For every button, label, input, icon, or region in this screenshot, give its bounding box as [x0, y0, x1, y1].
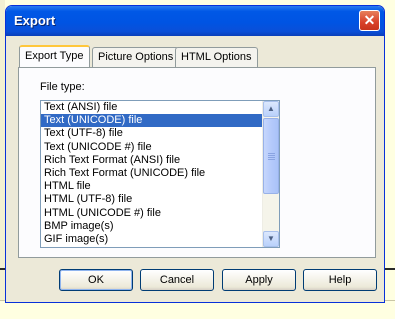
list-item[interactable]: GIF image(s)	[41, 233, 279, 246]
tab-export-type[interactable]: Export Type	[19, 45, 90, 67]
scroll-up-button[interactable]: ▲	[263, 101, 279, 117]
list-item[interactable]: Text (UNICODE) file	[41, 114, 279, 128]
scroll-down-button[interactable]: ▼	[263, 231, 279, 247]
cancel-button[interactable]: Cancel	[140, 269, 214, 291]
file-type-listbox[interactable]: Text (ANSI) file Text (UNICODE) file Text …	[40, 100, 280, 248]
export-dialog: Export ✕ Export Type Picture Options HTM…	[5, 5, 385, 303]
chevron-down-icon: ▼	[267, 234, 275, 243]
tab-panel-export-type: File type: Text (ANSI) file Text (UNICODE…	[18, 67, 376, 258]
tab-label: Picture Options	[98, 51, 174, 63]
scroll-thumb[interactable]	[263, 118, 279, 194]
file-type-label: File type:	[40, 81, 85, 93]
listbox-scrollbar[interactable]: ▲ ▼	[262, 101, 279, 247]
list-item[interactable]: Rich Text Format (UNICODE) file	[41, 167, 279, 180]
tab-html-options[interactable]: HTML Options	[175, 47, 258, 67]
list-item[interactable]: BMP image(s)	[41, 220, 279, 233]
close-button[interactable]: ✕	[359, 10, 380, 31]
tab-picture-options[interactable]: Picture Options	[92, 47, 180, 67]
tab-label: Export Type	[25, 50, 84, 62]
list-item[interactable]: HTML file	[41, 180, 279, 193]
list-item[interactable]: Text (UTF-8) file	[41, 127, 279, 140]
title-bar[interactable]: Export ✕	[6, 6, 384, 36]
help-button[interactable]: Help	[303, 269, 377, 291]
chevron-up-icon: ▲	[267, 104, 275, 113]
list-item[interactable]: HTML (UTF-8) file	[41, 193, 279, 206]
list-item[interactable]: JPG image(s)	[41, 246, 279, 247]
list-item[interactable]: Text (ANSI) file	[41, 101, 279, 114]
file-type-list: Text (ANSI) file Text (UNICODE) file Text …	[41, 101, 279, 247]
apply-button[interactable]: Apply	[222, 269, 296, 291]
ok-button[interactable]: OK	[59, 269, 133, 291]
list-item[interactable]: Text (UNICODE #) file	[41, 141, 279, 154]
close-icon: ✕	[363, 12, 376, 28]
list-item[interactable]: Rich Text Format (ANSI) file	[41, 154, 279, 167]
dialog-title: Export	[14, 13, 56, 28]
tab-label: HTML Options	[181, 51, 252, 63]
list-item[interactable]: HTML (UNICODE #) file	[41, 207, 279, 220]
